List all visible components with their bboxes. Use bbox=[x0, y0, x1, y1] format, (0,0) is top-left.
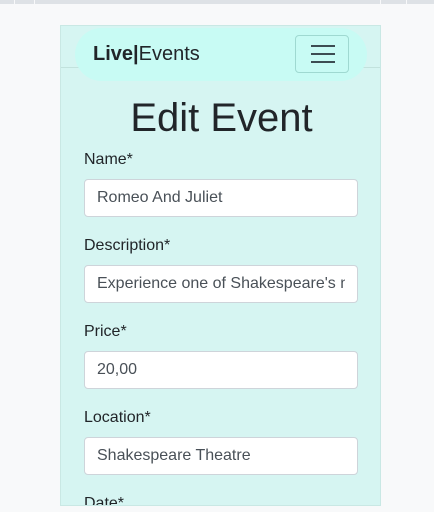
brand-live: Live bbox=[93, 43, 134, 65]
location-label: Location* bbox=[84, 409, 151, 426]
top-strip-segment bbox=[380, 0, 407, 4]
top-strip-segment bbox=[14, 0, 35, 4]
description-input[interactable] bbox=[84, 265, 358, 303]
name-label: Name* bbox=[84, 151, 133, 168]
price-input[interactable] bbox=[84, 351, 358, 389]
browser-top-strip bbox=[0, 0, 434, 4]
navbar-toggler-button[interactable] bbox=[295, 35, 349, 73]
location-input[interactable] bbox=[84, 437, 358, 475]
date-label: Date* bbox=[84, 495, 125, 506]
brand-events: Events bbox=[138, 43, 200, 65]
page-title: Edit Event bbox=[130, 96, 313, 140]
top-strip-segment bbox=[0, 0, 15, 4]
price-label: Price* bbox=[84, 323, 127, 340]
top-strip-segment bbox=[34, 0, 381, 4]
edit-event-card: Live|Events Edit Event Name* Description… bbox=[60, 25, 381, 506]
brand-logo[interactable]: Live|Events bbox=[93, 44, 200, 64]
name-input[interactable] bbox=[84, 179, 358, 217]
description-label: Description* bbox=[84, 237, 171, 254]
